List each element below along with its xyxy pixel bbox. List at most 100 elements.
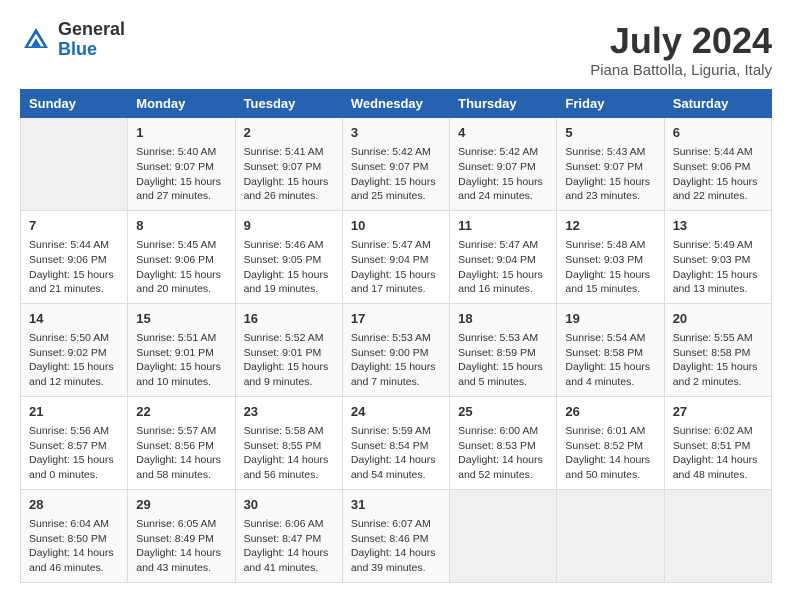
calendar-cell: 23Sunrise: 5:58 AM Sunset: 8:55 PM Dayli… <box>235 396 342 489</box>
calendar-week: 21 Sunrise: 5:56 AM Sunset: 8:57 PM Dayli… <box>21 396 772 489</box>
calendar-cell <box>557 489 664 582</box>
calendar-cell: 15 Sunrise: 5:51 AM Sunset: 9:01 PM Dayli… <box>128 303 235 396</box>
calendar-cell: 10Sunrise: 5:47 AM Sunset: 9:04 PM Dayli… <box>342 210 449 303</box>
calendar-body: 1 Sunrise: 5:40 AM Sunset: 9:07 PM Daylig… <box>21 118 772 583</box>
day-number: 7 <box>29 217 119 235</box>
calendar-cell: 7Sunrise: 5:44 AM Sunset: 9:06 PM Daylig… <box>21 210 128 303</box>
calendar-cell: 24Sunrise: 5:59 AM Sunset: 8:54 PM Dayli… <box>342 396 449 489</box>
day-number: 13 <box>673 217 763 235</box>
day-number: 15 <box>136 310 226 328</box>
day-info: Sunrise: 6:01 AM Sunset: 8:52 PM Dayligh… <box>565 424 655 483</box>
day-info: Sunrise: 5:44 AM Sunset: 9:06 PM Dayligh… <box>673 145 763 204</box>
calendar-cell: 12Sunrise: 5:48 AM Sunset: 9:03 PM Dayli… <box>557 210 664 303</box>
day-number: 6 <box>673 124 763 142</box>
day-number: 11 <box>458 217 548 235</box>
calendar-cell: 31 Sunrise: 6:07 AM Sunset: 8:46 PM Dayli… <box>342 489 449 582</box>
days-row: SundayMondayTuesdayWednesdayThursdayFrid… <box>21 90 772 118</box>
day-info: Sunrise: 6:02 AM Sunset: 8:51 PM Dayligh… <box>673 424 763 483</box>
month-title: July 2024 <box>590 20 772 62</box>
day-info: Sunrise: 5:46 AM Sunset: 9:05 PM Dayligh… <box>244 238 334 297</box>
calendar-cell: 21 Sunrise: 5:56 AM Sunset: 8:57 PM Dayli… <box>21 396 128 489</box>
day-header: Wednesday <box>342 90 449 118</box>
day-number: 8 <box>136 217 226 235</box>
day-header: Thursday <box>450 90 557 118</box>
day-info: Sunrise: 6:05 AM Sunset: 8:49 PM Dayligh… <box>136 517 226 576</box>
calendar-cell: 25 Sunrise: 6:00 AM Sunset: 8:53 PM Dayli… <box>450 396 557 489</box>
day-info: Sunrise: 5:49 AM Sunset: 9:03 PM Dayligh… <box>673 238 763 297</box>
calendar-header: SundayMondayTuesdayWednesdayThursdayFrid… <box>21 90 772 118</box>
day-number: 16 <box>244 310 334 328</box>
day-number: 9 <box>244 217 334 235</box>
calendar-cell: 6 Sunrise: 5:44 AM Sunset: 9:06 PM Daylig… <box>664 118 771 211</box>
day-header: Saturday <box>664 90 771 118</box>
day-info: Sunrise: 5:56 AM Sunset: 8:57 PM Dayligh… <box>29 424 119 483</box>
day-info: Sunrise: 5:54 AM Sunset: 8:58 PM Dayligh… <box>565 331 655 390</box>
day-number: 1 <box>136 124 226 142</box>
day-number: 5 <box>565 124 655 142</box>
calendar-cell: 28 Sunrise: 6:04 AM Sunset: 8:50 PM Dayli… <box>21 489 128 582</box>
day-number: 26 <box>565 403 655 421</box>
day-info: Sunrise: 5:52 AM Sunset: 9:01 PM Dayligh… <box>244 331 334 390</box>
calendar-cell: 18 Sunrise: 5:53 AM Sunset: 8:59 PM Dayli… <box>450 303 557 396</box>
calendar-cell: 17Sunrise: 5:53 AM Sunset: 9:00 PM Dayli… <box>342 303 449 396</box>
calendar-week: 1 Sunrise: 5:40 AM Sunset: 9:07 PM Daylig… <box>21 118 772 211</box>
day-info: Sunrise: 5:40 AM Sunset: 9:07 PM Dayligh… <box>136 145 226 204</box>
calendar-cell: 9 Sunrise: 5:46 AM Sunset: 9:05 PM Daylig… <box>235 210 342 303</box>
calendar-cell: 8 Sunrise: 5:45 AM Sunset: 9:06 PM Daylig… <box>128 210 235 303</box>
day-info: Sunrise: 5:45 AM Sunset: 9:06 PM Dayligh… <box>136 238 226 297</box>
day-info: Sunrise: 6:06 AM Sunset: 8:47 PM Dayligh… <box>244 517 334 576</box>
calendar-cell: 29 Sunrise: 6:05 AM Sunset: 8:49 PM Dayli… <box>128 489 235 582</box>
day-info: Sunrise: 6:00 AM Sunset: 8:53 PM Dayligh… <box>458 424 548 483</box>
day-number: 30 <box>244 496 334 514</box>
day-number: 18 <box>458 310 548 328</box>
day-info: Sunrise: 5:58 AM Sunset: 8:55 PM Dayligh… <box>244 424 334 483</box>
calendar-cell: 26 Sunrise: 6:01 AM Sunset: 8:52 PM Dayli… <box>557 396 664 489</box>
day-number: 21 <box>29 403 119 421</box>
day-number: 20 <box>673 310 763 328</box>
calendar-cell: 11 Sunrise: 5:47 AM Sunset: 9:04 PM Dayli… <box>450 210 557 303</box>
day-header: Friday <box>557 90 664 118</box>
calendar-cell: 14Sunrise: 5:50 AM Sunset: 9:02 PM Dayli… <box>21 303 128 396</box>
day-number: 12 <box>565 217 655 235</box>
day-header: Sunday <box>21 90 128 118</box>
day-number: 19 <box>565 310 655 328</box>
calendar-cell: 1 Sunrise: 5:40 AM Sunset: 9:07 PM Daylig… <box>128 118 235 211</box>
day-number: 27 <box>673 403 763 421</box>
day-number: 25 <box>458 403 548 421</box>
day-info: Sunrise: 5:42 AM Sunset: 9:07 PM Dayligh… <box>351 145 441 204</box>
day-number: 3 <box>351 124 441 142</box>
calendar-cell: 13 Sunrise: 5:49 AM Sunset: 9:03 PM Dayli… <box>664 210 771 303</box>
day-info: Sunrise: 6:07 AM Sunset: 8:46 PM Dayligh… <box>351 517 441 576</box>
day-number: 14 <box>29 310 119 328</box>
calendar-cell <box>450 489 557 582</box>
calendar-cell: 19 Sunrise: 5:54 AM Sunset: 8:58 PM Dayli… <box>557 303 664 396</box>
day-info: Sunrise: 5:53 AM Sunset: 8:59 PM Dayligh… <box>458 331 548 390</box>
day-info: Sunrise: 5:51 AM Sunset: 9:01 PM Dayligh… <box>136 331 226 390</box>
day-number: 22 <box>136 403 226 421</box>
day-number: 28 <box>29 496 119 514</box>
day-number: 10 <box>351 217 441 235</box>
day-number: 29 <box>136 496 226 514</box>
calendar-cell: 2 Sunrise: 5:41 AM Sunset: 9:07 PM Daylig… <box>235 118 342 211</box>
calendar-week: 28 Sunrise: 6:04 AM Sunset: 8:50 PM Dayli… <box>21 489 772 582</box>
logo-blue: Blue <box>58 39 97 59</box>
day-number: 2 <box>244 124 334 142</box>
day-info: Sunrise: 5:47 AM Sunset: 9:04 PM Dayligh… <box>458 238 548 297</box>
calendar-cell: 22 Sunrise: 5:57 AM Sunset: 8:56 PM Dayli… <box>128 396 235 489</box>
day-info: Sunrise: 6:04 AM Sunset: 8:50 PM Dayligh… <box>29 517 119 576</box>
logo: General Blue <box>20 20 125 60</box>
location: Piana Battolla, Liguria, Italy <box>590 62 772 79</box>
day-info: Sunrise: 5:57 AM Sunset: 8:56 PM Dayligh… <box>136 424 226 483</box>
day-number: 4 <box>458 124 548 142</box>
day-header: Monday <box>128 90 235 118</box>
day-info: Sunrise: 5:55 AM Sunset: 8:58 PM Dayligh… <box>673 331 763 390</box>
calendar-week: 14Sunrise: 5:50 AM Sunset: 9:02 PM Dayli… <box>21 303 772 396</box>
calendar-cell: 4Sunrise: 5:42 AM Sunset: 9:07 PM Daylig… <box>450 118 557 211</box>
title-block: July 2024 Piana Battolla, Liguria, Italy <box>590 20 772 79</box>
page-header: General Blue July 2024 Piana Battolla, L… <box>20 20 772 79</box>
day-info: Sunrise: 5:53 AM Sunset: 9:00 PM Dayligh… <box>351 331 441 390</box>
day-number: 31 <box>351 496 441 514</box>
day-header: Tuesday <box>235 90 342 118</box>
logo-icon <box>20 24 52 56</box>
day-info: Sunrise: 5:41 AM Sunset: 9:07 PM Dayligh… <box>244 145 334 204</box>
